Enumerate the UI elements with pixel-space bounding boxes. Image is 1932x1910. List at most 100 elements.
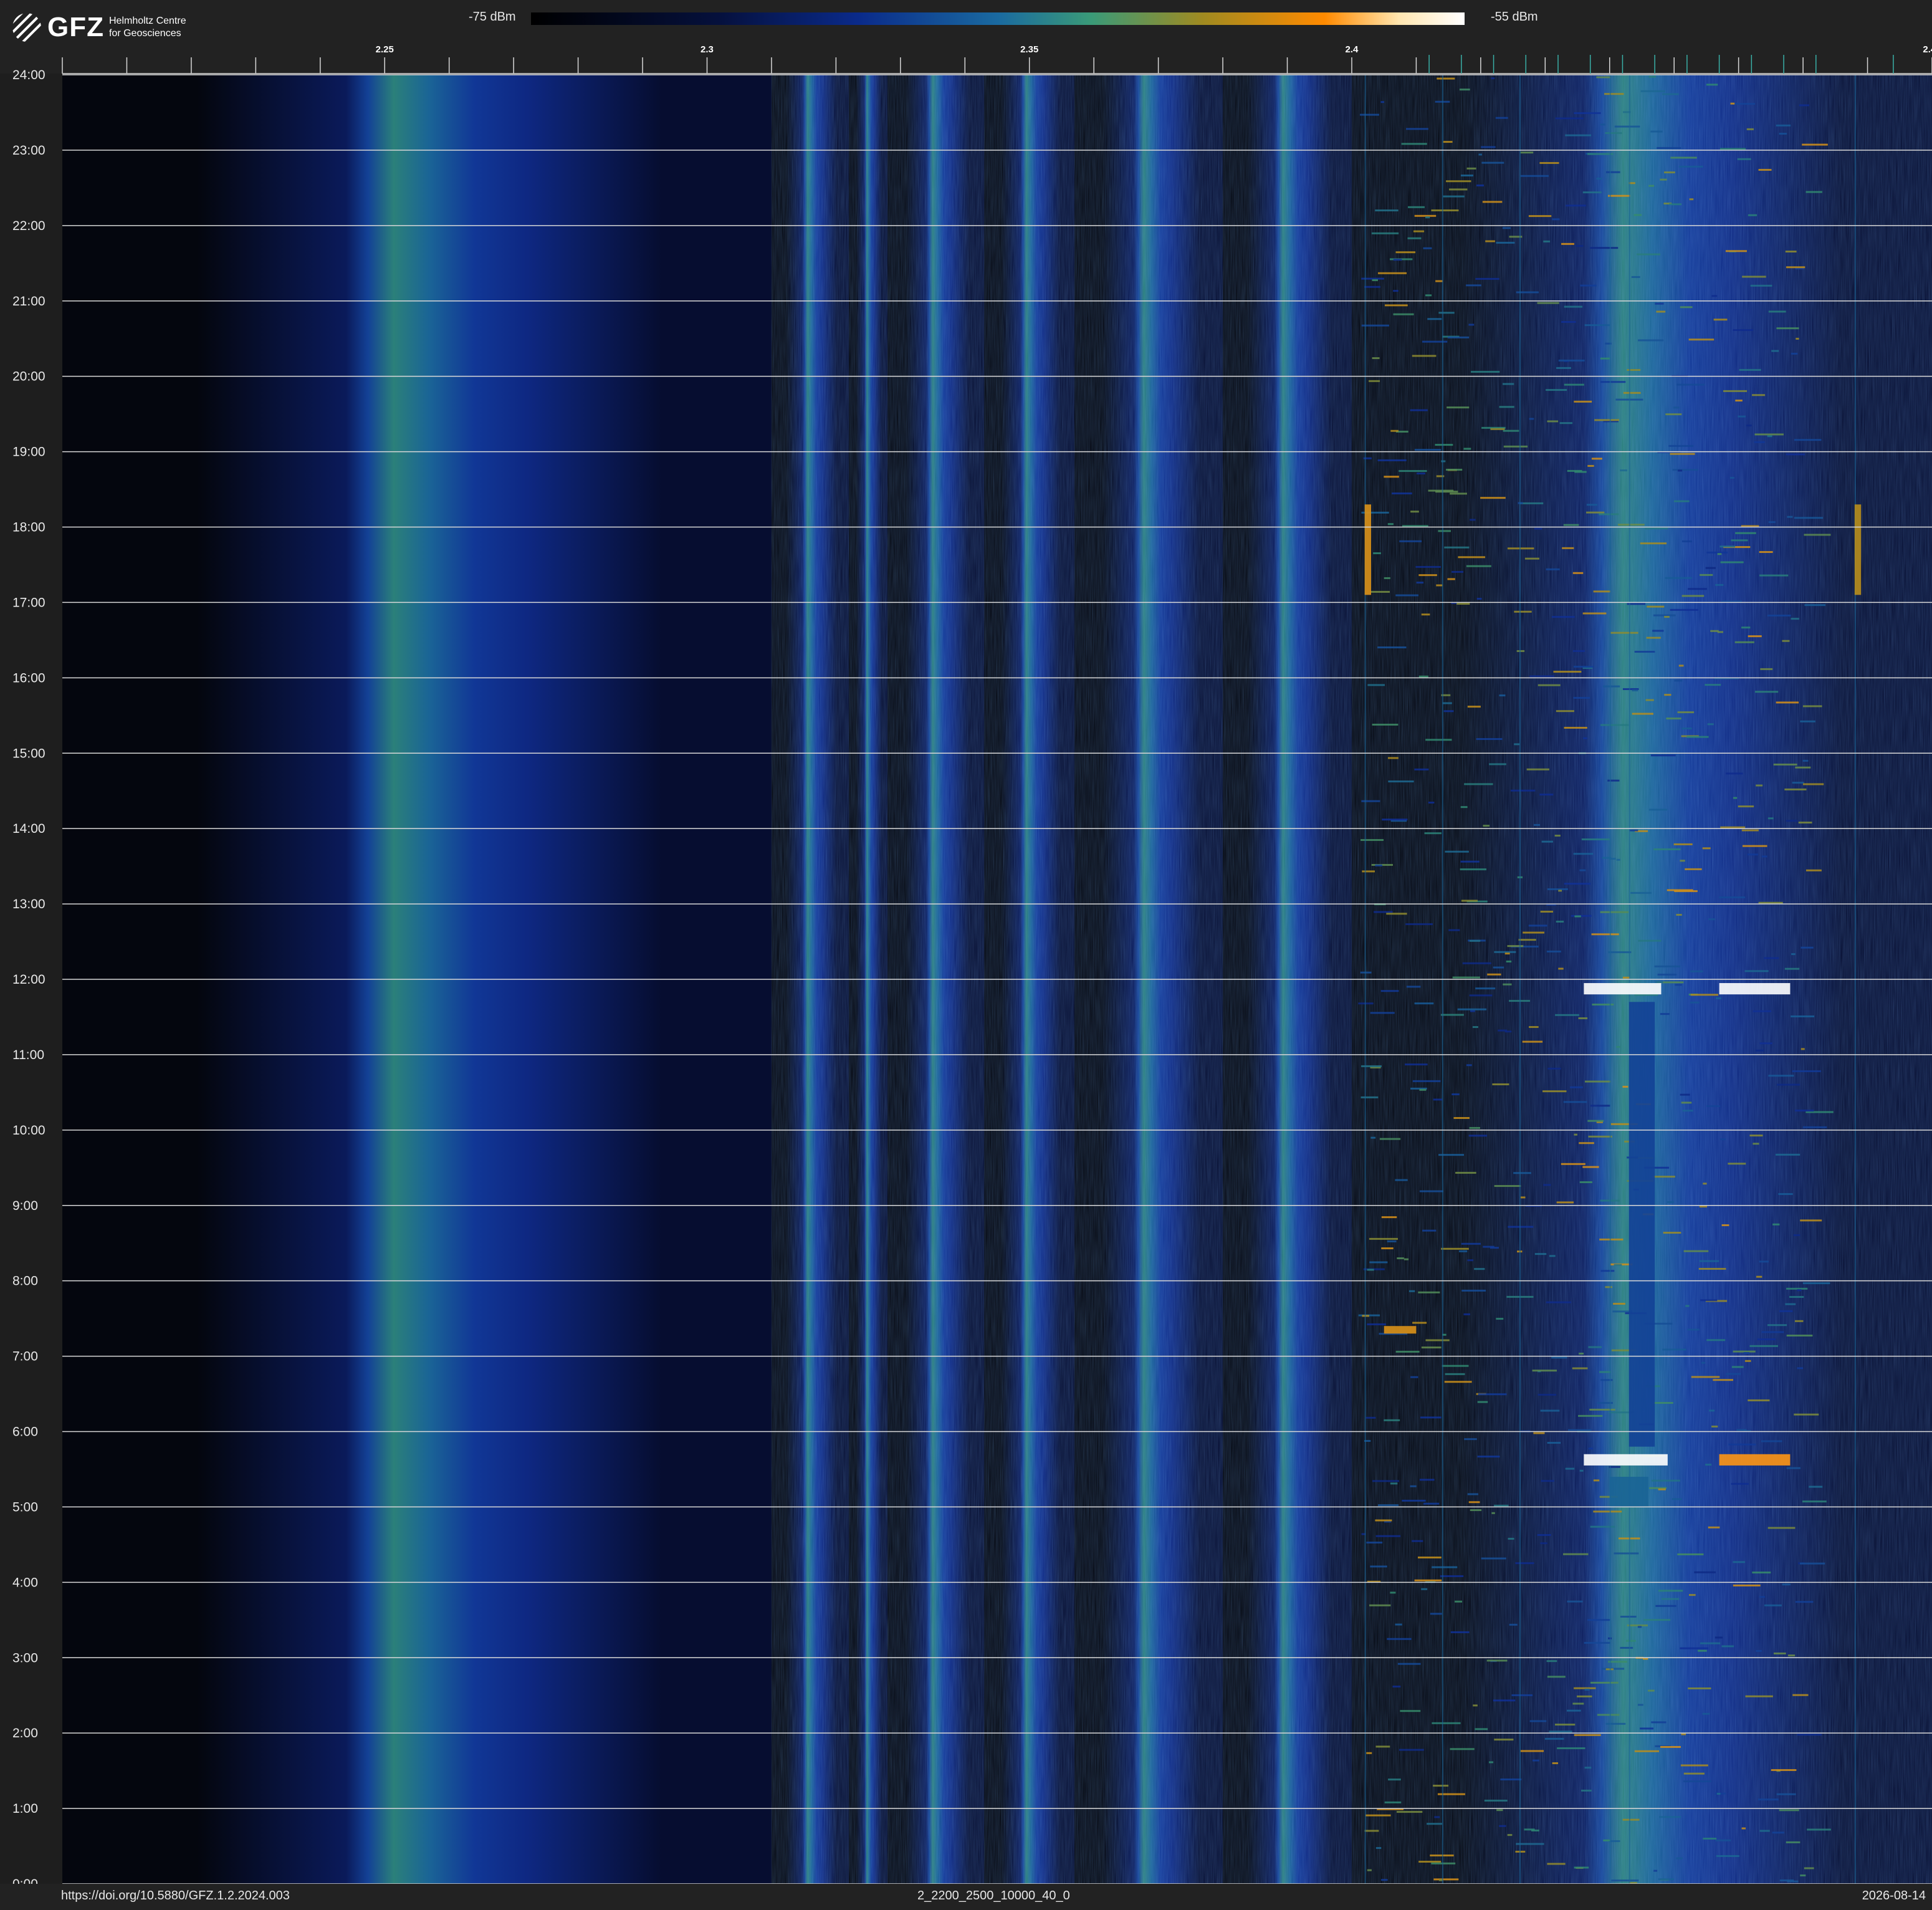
signal-dash <box>1375 1847 1382 1850</box>
signal-dash <box>1579 1469 1584 1472</box>
signal-dash <box>1528 215 1552 218</box>
signal-dash <box>1442 1365 1469 1367</box>
signal-dash <box>1731 1482 1749 1485</box>
signal-dash <box>1669 203 1682 206</box>
signal-dash <box>1786 1334 1813 1337</box>
signal-dash <box>1407 237 1422 239</box>
signal-dash <box>1584 1767 1592 1769</box>
signal-dash <box>1434 1816 1440 1818</box>
signal-dash <box>1425 1339 1450 1341</box>
signal-dash <box>1767 817 1774 820</box>
signal-dash <box>1406 986 1421 988</box>
signal-dash <box>1622 1085 1628 1088</box>
signal-dash <box>1758 1798 1779 1801</box>
signal-dash <box>1717 631 1723 633</box>
signal-dash <box>1455 1600 1463 1603</box>
signal-dash <box>1755 1049 1764 1052</box>
signal-dash <box>1677 1553 1704 1555</box>
signal-dash <box>1563 1101 1587 1103</box>
signal-dash <box>1384 1419 1400 1421</box>
signal-dash <box>1756 1275 1762 1278</box>
signal-dash <box>1631 276 1640 278</box>
signal-dash <box>1565 134 1592 137</box>
signal-dash <box>1556 1201 1574 1204</box>
signal-dash <box>1728 1443 1756 1446</box>
signal-dash <box>1393 313 1414 315</box>
signal-dash <box>1645 699 1654 701</box>
signal-dash <box>1399 470 1427 473</box>
signal-dash <box>1651 1721 1667 1724</box>
signal-dash <box>1488 1761 1494 1764</box>
signal-dash <box>1627 369 1641 372</box>
signal-dash <box>1776 1793 1796 1795</box>
signal-dash <box>1804 534 1831 536</box>
signal-dash <box>1423 1502 1440 1505</box>
signal-dash <box>1500 1778 1522 1781</box>
signal-dash <box>1522 1040 1543 1043</box>
signal-dash <box>1664 616 1670 618</box>
signal-dash <box>1645 527 1668 530</box>
signal-dash <box>1715 1839 1731 1841</box>
signal-dash <box>1410 511 1419 513</box>
signal-dash <box>1805 191 1822 193</box>
signal-dash <box>1390 430 1399 432</box>
signal-dash <box>1661 1598 1680 1600</box>
signal-dash <box>1688 1687 1711 1690</box>
signal-dash <box>1590 247 1619 249</box>
footer-doi-link[interactable]: https://doi.org/10.5880/GFZ.1.2.2024.003 <box>61 1889 290 1903</box>
signal-dash <box>1670 608 1698 611</box>
signal-dash <box>1715 583 1724 586</box>
signal-dash <box>1388 780 1414 783</box>
signal-dash <box>1596 76 1611 79</box>
signal-dash <box>1446 469 1463 471</box>
bright-event-8 <box>1628 1002 1655 1447</box>
signal-dash <box>1496 1809 1503 1812</box>
signal-dash <box>1401 143 1427 145</box>
signal-dash <box>1421 1346 1442 1349</box>
signal-dash <box>1365 1416 1376 1419</box>
signal-dash <box>1430 1855 1454 1857</box>
signal-dash <box>1630 891 1652 894</box>
signal-dash <box>1632 713 1653 715</box>
signal-dash <box>1792 782 1804 784</box>
signal-dash <box>1681 1101 1692 1104</box>
signal-dash <box>1754 691 1779 693</box>
y-tick-label: 6:00 <box>12 1425 38 1439</box>
signal-dash <box>1587 464 1594 467</box>
signal-dash <box>1768 1075 1794 1077</box>
signal-dash <box>1419 1190 1443 1193</box>
signal-dash <box>1663 1232 1681 1234</box>
signal-dash <box>1646 636 1661 639</box>
signal-dash <box>1618 524 1645 526</box>
signal-dash <box>1802 783 1824 785</box>
signal-dash <box>1600 123 1605 126</box>
signal-dash <box>1744 970 1769 972</box>
signal-dash <box>1794 517 1824 519</box>
signal-dash <box>1422 1229 1437 1232</box>
signal-dash <box>1369 1261 1388 1264</box>
signal-dash <box>1605 1722 1626 1725</box>
signal-dash <box>1759 1830 1770 1832</box>
signal-dash <box>1773 1652 1786 1654</box>
signal-dash <box>1565 1467 1575 1470</box>
signal-dash <box>1364 286 1380 288</box>
signal-dash <box>1384 476 1399 478</box>
signal-dash <box>1427 1823 1442 1825</box>
signal-dash <box>1431 209 1459 211</box>
signal-dash <box>1531 1829 1539 1831</box>
y-tick-label: 19:00 <box>12 445 45 459</box>
signal-dash <box>1793 1234 1800 1236</box>
signal-dash <box>1798 822 1812 824</box>
signal-dash <box>1557 1747 1585 1750</box>
signal-dash <box>1587 1619 1610 1621</box>
signal-dash <box>1451 1093 1460 1096</box>
signal-dash <box>1716 1855 1739 1857</box>
signal-dash <box>1539 794 1554 796</box>
y-tick-label: 15:00 <box>12 746 45 761</box>
signal-dash <box>1706 1105 1721 1107</box>
signal-dash <box>1375 864 1382 866</box>
signal-dash <box>1681 540 1692 542</box>
signal-dash <box>1611 1879 1639 1882</box>
signal-dash <box>1555 1014 1579 1016</box>
signal-dash <box>1528 924 1547 927</box>
